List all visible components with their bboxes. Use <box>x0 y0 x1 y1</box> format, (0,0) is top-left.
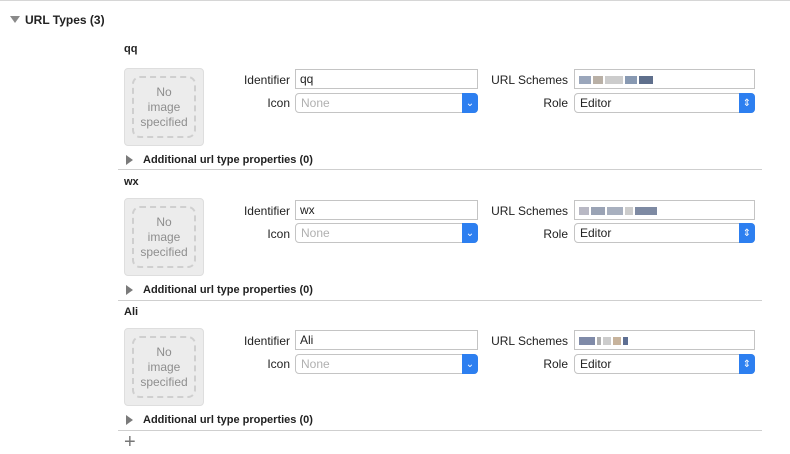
no-image-placeholder: No image specified <box>132 336 196 398</box>
up-down-chevron-icon: ⇕ <box>739 354 755 374</box>
icon-popup[interactable]: None ⌄ <box>295 354 478 374</box>
url-schemes-label: URL Schemes <box>491 204 568 218</box>
icon-label: Icon <box>267 357 290 371</box>
chevron-down-icon: ⌄ <box>462 354 478 374</box>
no-image-placeholder: No image specified <box>132 76 196 138</box>
role-popup[interactable]: Editor ⇕ <box>574 223 755 243</box>
chevron-down-icon: ⌄ <box>462 223 478 243</box>
divider <box>118 430 762 431</box>
role-label: Role <box>543 227 568 241</box>
identifier-field[interactable]: Ali <box>295 330 478 350</box>
divider <box>118 300 762 301</box>
up-down-chevron-icon: ⇕ <box>739 93 755 113</box>
url-schemes-field[interactable] <box>574 330 755 350</box>
up-down-chevron-icon: ⇕ <box>739 223 755 243</box>
url-type-name: Ali <box>124 306 139 318</box>
icon-label: Icon <box>267 227 290 241</box>
chevron-down-icon: ⌄ <box>462 93 478 113</box>
icon-popup[interactable]: None ⌄ <box>295 93 478 113</box>
image-well[interactable]: No image specified <box>124 68 204 146</box>
identifier-label: Identifier <box>243 73 290 87</box>
add-url-type-plus-icon[interactable]: + <box>124 432 136 452</box>
role-popup[interactable]: Editor ⇕ <box>574 93 755 113</box>
image-well[interactable]: No image specified <box>124 198 204 276</box>
url-schemes-field[interactable] <box>574 200 755 220</box>
additional-properties-label[interactable]: Additional url type properties (0) <box>143 284 313 296</box>
section-disclosure-icon[interactable] <box>10 16 20 23</box>
url-type-name: qq <box>124 43 138 55</box>
identifier-label: Identifier <box>243 334 290 348</box>
additional-disclosure-icon[interactable] <box>126 155 133 165</box>
additional-properties-label[interactable]: Additional url type properties (0) <box>143 154 313 166</box>
url-schemes-field[interactable] <box>574 69 755 89</box>
url-schemes-label: URL Schemes <box>491 73 568 87</box>
icon-label: Icon <box>267 96 290 110</box>
additional-disclosure-icon[interactable] <box>126 415 133 425</box>
no-image-placeholder: No image specified <box>132 206 196 268</box>
divider <box>118 169 762 170</box>
url-type-name: wx <box>124 176 139 188</box>
identifier-field[interactable]: wx <box>295 200 478 220</box>
additional-properties-label[interactable]: Additional url type properties (0) <box>143 414 313 426</box>
url-schemes-label: URL Schemes <box>491 334 568 348</box>
image-well[interactable]: No image specified <box>124 328 204 406</box>
icon-popup[interactable]: None ⌄ <box>295 223 478 243</box>
additional-disclosure-icon[interactable] <box>126 285 133 295</box>
role-label: Role <box>543 357 568 371</box>
role-label: Role <box>543 96 568 110</box>
top-border <box>0 0 790 1</box>
section-title: URL Types (3) <box>25 13 105 27</box>
identifier-field[interactable]: qq <box>295 69 478 89</box>
role-popup[interactable]: Editor ⇕ <box>574 354 755 374</box>
identifier-label: Identifier <box>243 204 290 218</box>
